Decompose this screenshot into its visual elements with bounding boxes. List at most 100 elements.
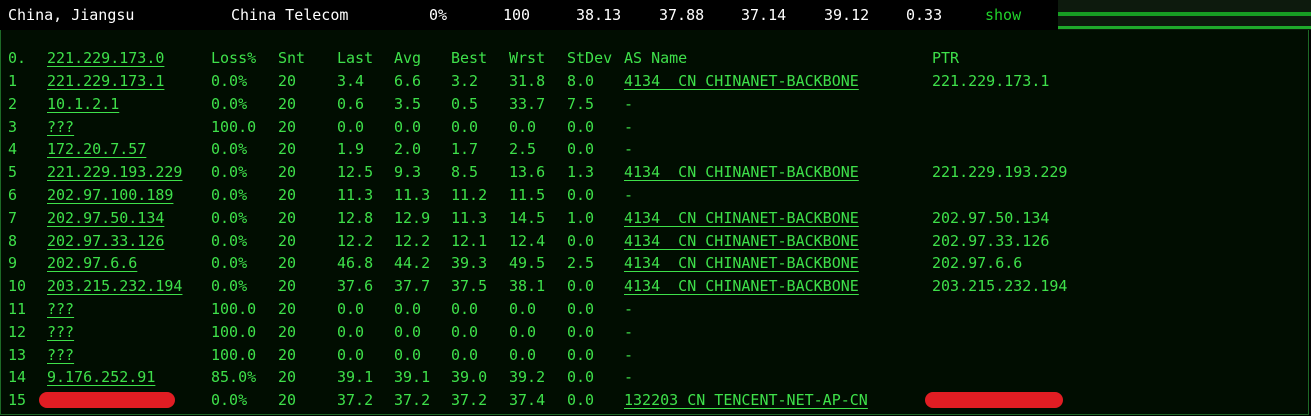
hop-loss: 0.0% <box>211 391 248 410</box>
hop-wrst: 0.0 <box>509 300 537 318</box>
hop-wrst: 39.2 <box>509 368 546 387</box>
hop-best: 0.0 <box>451 345 479 364</box>
hop-host[interactable]: 10.1.2.1 <box>47 93 119 116</box>
hop-snt: 20 <box>278 117 297 136</box>
header-stdev: StDev <box>567 49 613 67</box>
hop-snt: 20 <box>278 163 297 182</box>
summary-isp: China Telecom <box>231 6 349 24</box>
hop-ptr: 221.229.173.1 <box>932 72 1050 90</box>
hop-wrst: 31.8 <box>509 72 546 90</box>
hop-stdev: 0.0 <box>567 300 595 318</box>
hop-loss: 100.0 <box>211 117 257 136</box>
hop-snt: 20 <box>278 345 297 364</box>
hop-host[interactable]: ??? <box>47 298 74 321</box>
hop-as-name[interactable]: 4134 CN CHINANET-BACKBONE <box>624 230 859 253</box>
hop-last: 46.8 <box>337 254 374 273</box>
hop-snt: 20 <box>278 322 297 341</box>
hop-host[interactable]: 202.97.33.126 <box>47 230 164 253</box>
hop-loss: 100.0 <box>211 345 257 364</box>
table-row: 15 0.0% 20 37.2 37.2 37.2 37.4 0.0 132203 CN TEN… <box>1 389 1310 412</box>
table-row: 1 221.229.173.1 0.0% 20 3.4 6.6 3.2 31.8 8.0 4134… <box>1 70 1310 93</box>
hop-as-name[interactable]: 132203 CN TENCENT-NET-AP-CN <box>624 389 868 412</box>
header-best: Best <box>451 49 488 67</box>
hop-wrst: 0.0 <box>509 345 537 364</box>
hop-as-name[interactable]: 4134 CN CHINANET-BACKBONE <box>624 70 859 93</box>
hop-host[interactable]: 202.97.50.134 <box>47 207 164 230</box>
hop-stdev: 0.0 <box>567 231 595 250</box>
hop-best: 39.0 <box>451 368 488 387</box>
hop-as-name[interactable]: 4134 CN CHINANET-BACKBONE <box>624 275 859 298</box>
hop-avg: 0.0 <box>394 300 422 318</box>
hop-avg: 0.0 <box>394 117 422 136</box>
hop-number: 5 <box>8 163 18 182</box>
hop-avg: 37.7 <box>394 277 431 296</box>
hop-loss: 0.0% <box>211 277 248 296</box>
hop-best: 0.0 <box>451 300 479 318</box>
hop-host[interactable]: ??? <box>47 116 74 139</box>
hop-loss: 0.0% <box>211 72 248 90</box>
hop-snt: 20 <box>278 94 297 113</box>
hop-last: 0.0 <box>337 345 365 364</box>
hop-best: 37.5 <box>451 277 488 296</box>
hop-host[interactable]: ??? <box>47 321 74 344</box>
hop-last: 0.0 <box>337 322 365 341</box>
hop-loss: 0.0% <box>211 231 248 250</box>
hop-ptr: 221.229.193.229 <box>932 163 1068 182</box>
hop-as-name: - <box>624 368 634 387</box>
hop-last: 3.4 <box>337 72 365 90</box>
hop-last: 1.9 <box>337 140 365 159</box>
header-host[interactable]: 221.229.173.0 <box>47 47 164 70</box>
hop-as-name[interactable]: 4134 CN CHINANET-BACKBONE <box>624 207 859 230</box>
table-row: 14 9.176.252.91 85.0% 20 39.1 39.1 39.0 39.2 0.0… <box>1 366 1310 389</box>
hop-last: 37.2 <box>337 391 374 410</box>
hop-number: 6 <box>8 186 18 204</box>
hop-as-name: - <box>624 300 634 318</box>
hop-host[interactable]: 221.229.193.229 <box>47 161 182 184</box>
hop-stdev: 0.0 <box>567 117 595 136</box>
hop-stdev: 1.0 <box>567 208 595 227</box>
hop-number: 9 <box>8 254 18 273</box>
hop-best: 37.2 <box>451 391 488 410</box>
table-row: 8 202.97.33.126 0.0% 20 12.2 12.2 12.1 12.4 0.0 4… <box>1 230 1310 253</box>
table-row: 13??? 100.0 20 0.0 0.0 0.0 0.0 0.0 - <box>1 344 1310 367</box>
redaction-ptr <box>925 392 1063 409</box>
table-row: 11??? 100.0 20 0.0 0.0 0.0 0.0 0.0 - <box>1 298 1310 321</box>
hop-number: 10 <box>8 277 27 296</box>
show-link[interactable]: show <box>985 6 1021 24</box>
hop-number: 4 <box>8 140 18 159</box>
hop-avg: 6.6 <box>394 72 422 90</box>
table-row: 3??? 100.0 20 0.0 0.0 0.0 0.0 0.0 - <box>1 116 1310 139</box>
hop-avg: 44.2 <box>394 254 431 273</box>
table-row: 5 221.229.193.229 0.0% 20 12.5 9.3 8.5 13.6 1.3 4… <box>1 161 1310 184</box>
hop-as-name: - <box>624 345 634 364</box>
header-avg: Avg <box>394 49 422 67</box>
hop-stdev: 0.0 <box>567 391 595 410</box>
hop-host[interactable]: 202.97.6.6 <box>47 252 137 275</box>
hop-best: 3.2 <box>451 72 479 90</box>
hop-stdev: 0.0 <box>567 140 595 159</box>
hop-as-name: - <box>624 322 634 341</box>
hop-loss: 100.0 <box>211 322 257 341</box>
summary-bar: China, Jiangsu China Telecom 0% 100 38.1… <box>0 0 1311 30</box>
hop-avg: 3.5 <box>394 94 422 113</box>
hop-wrst: 33.7 <box>509 94 546 113</box>
hop-host[interactable]: 9.176.252.91 <box>47 366 155 389</box>
hop-host[interactable]: ??? <box>47 344 74 367</box>
hop-wrst: 14.5 <box>509 208 546 227</box>
hop-stdev: 0.0 <box>567 277 595 296</box>
hop-best: 39.3 <box>451 254 488 273</box>
hop-host[interactable]: 203.215.232.194 <box>47 275 182 298</box>
hop-snt: 20 <box>278 231 297 250</box>
hop-as-name[interactable]: 4134 CN CHINANET-BACKBONE <box>624 161 859 184</box>
header-ptr: PTR <box>932 49 960 67</box>
hop-avg: 11.3 <box>394 186 431 204</box>
hop-snt: 20 <box>278 254 297 273</box>
hop-avg: 2.0 <box>394 140 422 159</box>
hop-host[interactable]: 221.229.173.1 <box>47 70 164 93</box>
hop-host[interactable]: 202.97.100.189 <box>47 184 173 207</box>
hop-host[interactable]: 172.20.7.57 <box>47 138 146 161</box>
hop-wrst: 0.0 <box>509 322 537 341</box>
hop-as-name[interactable]: 4134 CN CHINANET-BACKBONE <box>624 252 859 275</box>
hop-ptr: 202.97.33.126 <box>932 231 1050 250</box>
table-row: 2 10.1.2.1 0.0% 20 0.6 3.5 0.5 33.7 7.5 - <box>1 93 1310 116</box>
